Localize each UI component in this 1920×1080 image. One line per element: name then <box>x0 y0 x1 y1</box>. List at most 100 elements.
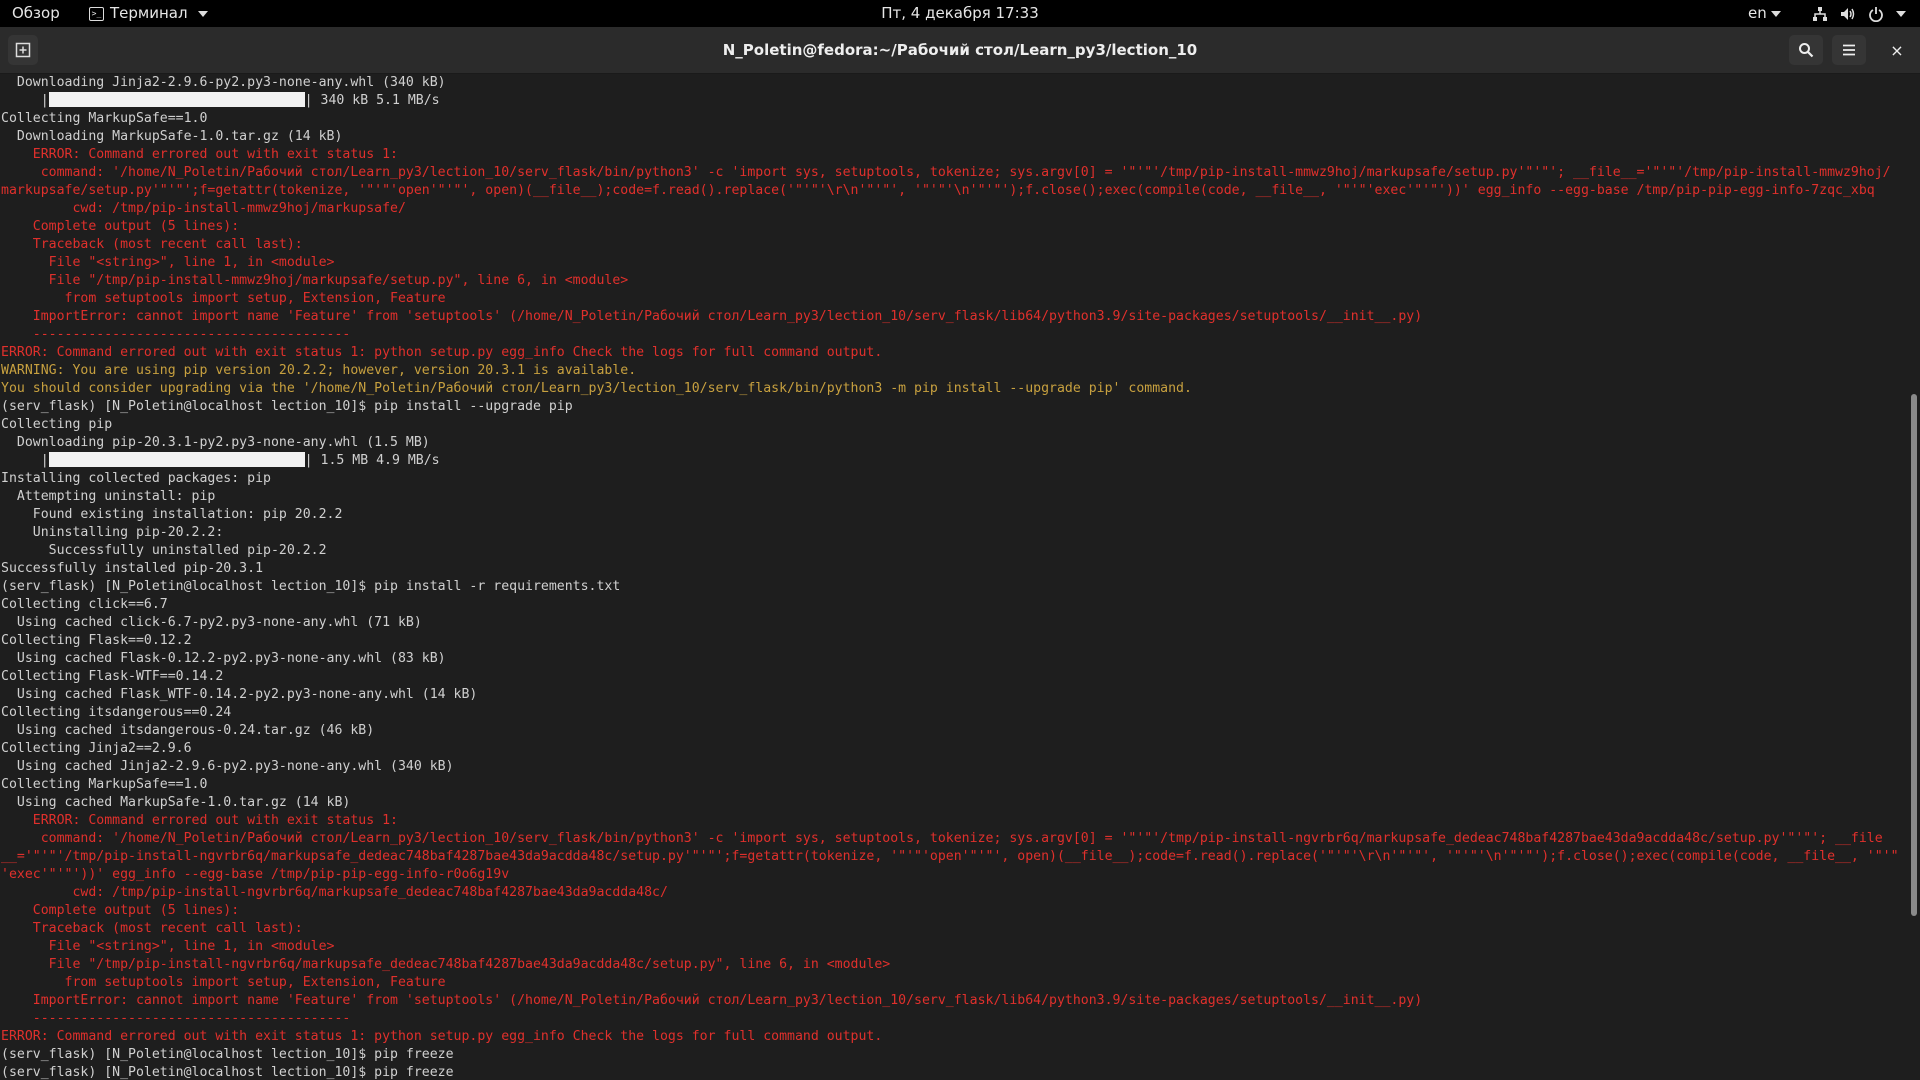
clock[interactable]: Пт, 4 декабря 17:33 <box>0 0 1920 27</box>
terminal-line: (serv_flask) [N_Poletin@localhost lectio… <box>1 578 1906 596</box>
terminal-line-text: Traceback (most recent call last): <box>1 237 303 252</box>
terminal-line: Complete output (5 lines): <box>1 218 1906 236</box>
language-label: en <box>1748 4 1767 22</box>
terminal-line-text: ERROR: Command errored out with exit sta… <box>1 1029 883 1044</box>
terminal-line: Installing collected packages: pip <box>1 470 1906 488</box>
terminal-line-text: Collecting MarkupSafe==1.0 <box>1 111 208 126</box>
terminal-line-text: Complete output (5 lines): <box>1 219 240 234</box>
terminal-line: ---------------------------------------- <box>1 326 1906 344</box>
terminal-line: Using cached MarkupSafe-1.0.tar.gz (14 k… <box>1 794 1906 812</box>
terminal-line-text: File "<string>", line 1, in <module> <box>1 939 335 954</box>
hamburger-menu-icon <box>1843 44 1855 56</box>
window-header: N_Poletin@fedora:~/Рабочий стол/Learn_py… <box>0 27 1920 74</box>
terminal-line: Collecting pip <box>1 416 1906 434</box>
terminal-line: cwd: /tmp/pip-install-mmwz9hoj/markupsaf… <box>1 200 1906 218</box>
terminal-line-text: cwd: /tmp/pip-install-mmwz9hoj/markupsaf… <box>1 201 406 216</box>
terminal-line: cwd: /tmp/pip-install-ngvrbr6q/markupsaf… <box>1 884 1906 902</box>
terminal-line-text: Installing collected packages: pip <box>1 471 271 486</box>
terminal-line-text: ---------------------------------------- <box>1 327 351 342</box>
terminal-line-text: ---------------------------------------- <box>1 1011 351 1026</box>
volume-icon <box>1840 6 1856 22</box>
terminal-line-text: Using cached itsdangerous-0.24.tar.gz (4… <box>1 723 375 738</box>
terminal-line: __='"'"'/tmp/pip-install-ngvrbr6q/markup… <box>1 848 1906 866</box>
terminal-line: Collecting Jinja2==2.9.6 <box>1 740 1906 758</box>
terminal-line: You should consider upgrading via the '/… <box>1 380 1906 398</box>
close-button[interactable]: × <box>1880 35 1914 65</box>
search-button[interactable] <box>1789 35 1823 65</box>
terminal-line-text: Collecting click==6.7 <box>1 597 168 612</box>
terminal-line: Using cached Flask-0.12.2-py2.py3-none-a… <box>1 650 1906 668</box>
terminal-line-text: Collecting itsdangerous==0.24 <box>1 705 232 720</box>
terminal-line-text: You should consider upgrading via the '/… <box>1 381 1192 396</box>
top-bar: Обзор >_ Терминал Пт, 4 декабря 17:33 en <box>0 0 1920 27</box>
terminal-line: from setuptools import setup, Extension,… <box>1 290 1906 308</box>
menu-button[interactable] <box>1832 35 1866 65</box>
system-tray[interactable] <box>1812 0 1906 27</box>
terminal-line-text: Traceback (most recent call last): <box>1 921 303 936</box>
terminal-line: command: '/home/N_Poletin/Рабочий стол/L… <box>1 164 1906 182</box>
terminal-line: | | 1.5 MB 4.9 MB/s <box>1 452 1906 470</box>
terminal-line-text: Downloading MarkupSafe-1.0.tar.gz (14 kB… <box>1 129 343 144</box>
terminal-line-text: ERROR: Command errored out with exit sta… <box>1 147 398 162</box>
terminal-line-text: Successfully uninstalled pip-20.2.2 <box>1 543 327 558</box>
terminal-line: File "/tmp/pip-install-mmwz9hoj/markupsa… <box>1 272 1906 290</box>
terminal-line-text: markupsafe/setup.py'"'"';f=getattr(token… <box>1 183 1875 198</box>
terminal-line: ERROR: Command errored out with exit sta… <box>1 146 1906 164</box>
terminal-line-text: cwd: /tmp/pip-install-ngvrbr6q/markupsaf… <box>1 885 668 900</box>
terminal-line: File "/tmp/pip-install-ngvrbr6q/markupsa… <box>1 956 1906 974</box>
terminal-line-text: Collecting MarkupSafe==1.0 <box>1 777 208 792</box>
terminal-line: Collecting Flask-WTF==0.14.2 <box>1 668 1906 686</box>
terminal-line-text: File "/tmp/pip-install-ngvrbr6q/markupsa… <box>1 957 891 972</box>
terminal-line: File "<string>", line 1, in <module> <box>1 938 1906 956</box>
terminal-line-text: File "<string>", line 1, in <module> <box>1 255 335 270</box>
terminal-line-text: 'exec'"'"'))' egg_info --egg-base /tmp/p… <box>1 867 510 882</box>
terminal-line-text: Complete output (5 lines): <box>1 903 240 918</box>
terminal-line-text: Using cached Flask_WTF-0.14.2-py2.py3-no… <box>1 687 478 702</box>
terminal-line-text: ERROR: Command errored out with exit sta… <box>1 345 883 360</box>
window-title: N_Poletin@fedora:~/Рабочий стол/Learn_py… <box>722 41 1198 59</box>
close-icon: × <box>1890 40 1904 60</box>
terminal-line-text: ImportError: cannot import name 'Feature… <box>1 309 1423 324</box>
terminal-line: Traceback (most recent call last): <box>1 920 1906 938</box>
terminal-line-text: Collecting pip <box>1 417 113 432</box>
terminal-line: ImportError: cannot import name 'Feature… <box>1 992 1906 1010</box>
terminal-line: | | 340 kB 5.1 MB/s <box>1 92 1906 110</box>
terminal-line: Collecting click==6.7 <box>1 596 1906 614</box>
terminal-line: (serv_flask) [N_Poletin@localhost lectio… <box>1 398 1906 416</box>
language-switcher[interactable]: en <box>1748 0 1781 27</box>
terminal-line-text: | <box>1 453 49 468</box>
terminal-line: WARNING: You are using pip version 20.2.… <box>1 362 1906 380</box>
scrollbar-thumb[interactable] <box>1911 394 1917 916</box>
chevron-down-icon <box>1896 10 1906 17</box>
terminal-line: Complete output (5 lines): <box>1 902 1906 920</box>
terminal-line: Collecting MarkupSafe==1.0 <box>1 110 1906 128</box>
terminal-line-text: from setuptools import setup, Extension,… <box>1 975 446 990</box>
terminal-line-text: Successfully installed pip-20.3.1 <box>1 561 264 576</box>
terminal-line-text: | <box>1 93 49 108</box>
terminal-line-text: Uninstalling pip-20.2.2: <box>1 525 224 540</box>
terminal-line-text: Collecting Jinja2==2.9.6 <box>1 741 192 756</box>
terminal-line: Collecting Flask==0.12.2 <box>1 632 1906 650</box>
terminal-line-text: Using cached Flask-0.12.2-py2.py3-none-a… <box>1 651 446 666</box>
terminal-line-text: WARNING: You are using pip version 20.2.… <box>1 363 637 378</box>
terminal-line-text: Using cached MarkupSafe-1.0.tar.gz (14 k… <box>1 795 351 810</box>
terminal-line-text: __='"'"'/tmp/pip-install-ngvrbr6q/markup… <box>1 849 1899 864</box>
progress-bar-status: | 1.5 MB 4.9 MB/s <box>304 453 440 468</box>
terminal-line: Successfully uninstalled pip-20.2.2 <box>1 542 1906 560</box>
terminal-line: Downloading pip-20.3.1-py2.py3-none-any.… <box>1 434 1906 452</box>
terminal-line: ERROR: Command errored out with exit sta… <box>1 812 1906 830</box>
terminal-line-text: (serv_flask) [N_Poletin@localhost lectio… <box>1 1065 454 1080</box>
terminal-line: Successfully installed pip-20.3.1 <box>1 560 1906 578</box>
terminal-line-text: Using cached Jinja2-2.9.6-py2.py3-none-a… <box>1 759 454 774</box>
terminal-line: Using cached click-6.7-py2.py3-none-any.… <box>1 614 1906 632</box>
scrollbar[interactable] <box>1908 74 1920 1080</box>
terminal-line-text: Using cached click-6.7-py2.py3-none-any.… <box>1 615 422 630</box>
terminal-line-text: (serv_flask) [N_Poletin@localhost lectio… <box>1 399 573 414</box>
terminal-line: Found existing installation: pip 20.2.2 <box>1 506 1906 524</box>
terminal-line: ERROR: Command errored out with exit sta… <box>1 344 1906 362</box>
terminal-line: Using cached Jinja2-2.9.6-py2.py3-none-a… <box>1 758 1906 776</box>
terminal-output[interactable]: Downloading Jinja2-2.9.6-py2.py3-none-an… <box>0 74 1908 1080</box>
terminal-line: Attempting uninstall: pip <box>1 488 1906 506</box>
terminal-line: Downloading Jinja2-2.9.6-py2.py3-none-an… <box>1 74 1906 92</box>
terminal-line: (serv_flask) [N_Poletin@localhost lectio… <box>1 1046 1906 1064</box>
